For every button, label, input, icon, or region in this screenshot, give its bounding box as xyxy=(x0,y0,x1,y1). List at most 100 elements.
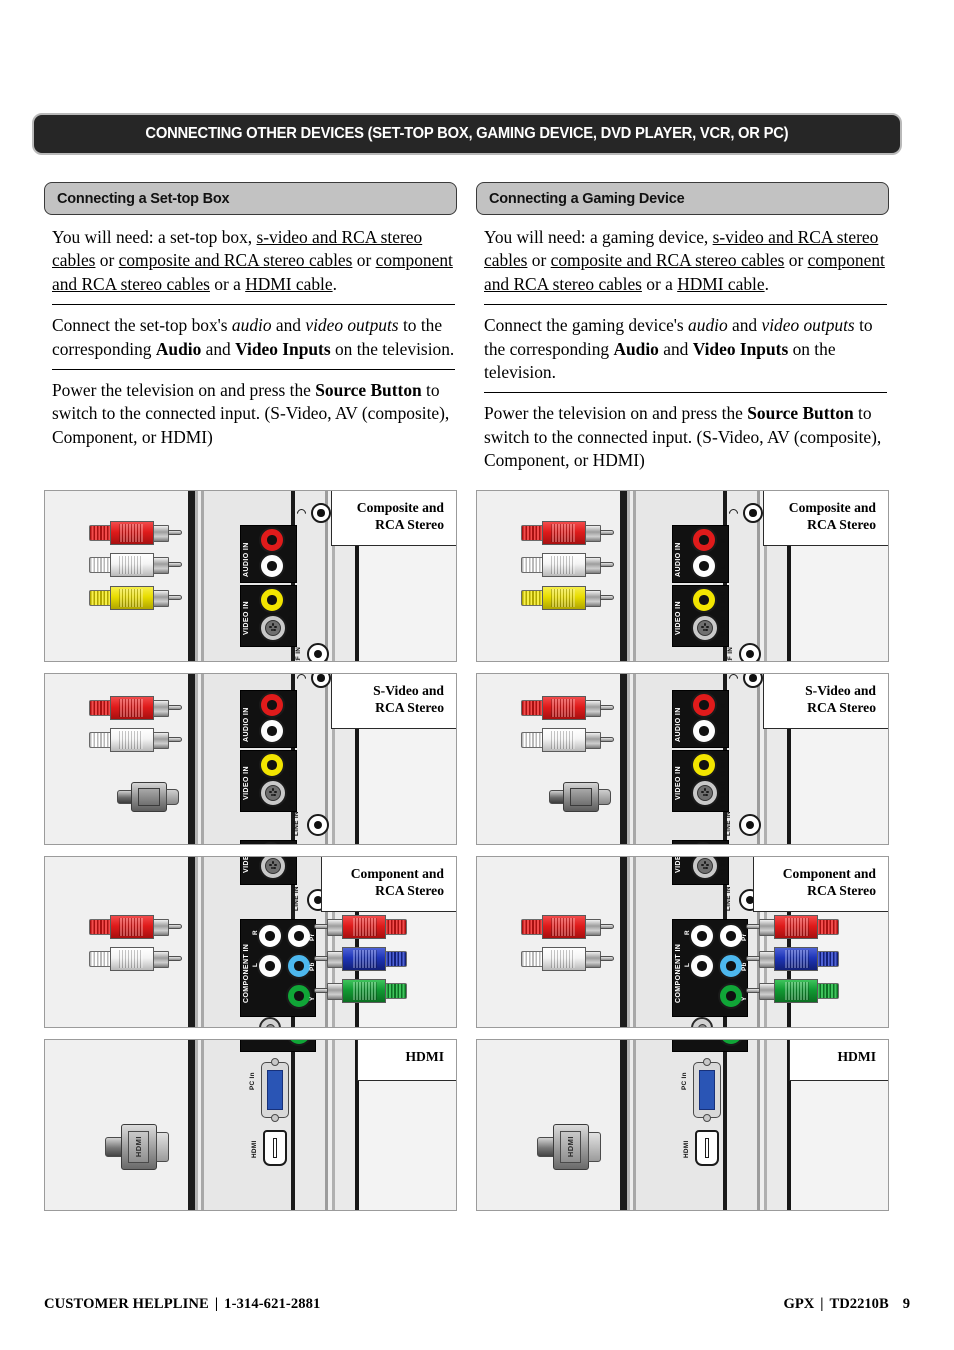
model-label: TD2210B xyxy=(829,1296,889,1312)
plug-ribs xyxy=(551,699,575,717)
plug-tip xyxy=(168,956,182,961)
audio-in-right-jack[interactable] xyxy=(259,527,285,553)
link-hdmi-cable[interactable]: HDMI cable xyxy=(677,274,764,294)
plug-barrel xyxy=(153,556,169,574)
video-in-svideo-jack[interactable] xyxy=(691,779,719,807)
svideo-plug xyxy=(117,782,179,812)
jack-hole xyxy=(699,726,709,736)
jack-hole xyxy=(745,649,755,659)
audio-in-left-jack[interactable] xyxy=(259,718,285,744)
text-emphasis: video outputs xyxy=(761,315,855,336)
rca-plug-white-audio xyxy=(521,947,615,971)
jack-hole xyxy=(267,726,277,736)
plug-strain xyxy=(521,590,543,606)
video-in-composite-jack[interactable] xyxy=(259,587,285,613)
svideo-pin-5 xyxy=(705,866,708,870)
pc-in-vga-port[interactable] xyxy=(261,1058,289,1122)
hdmiplug-label: HDMI xyxy=(560,1131,581,1163)
pin-label-svideo: S-VIDEO xyxy=(720,780,727,809)
audio-in-left-jack[interactable] xyxy=(691,718,717,744)
column-set-top-box: Connecting a Set-top Box You will need: … xyxy=(44,182,457,457)
jack-hole xyxy=(749,674,757,682)
component-in-right-jack[interactable] xyxy=(689,923,715,949)
video-in-composite-jack[interactable] xyxy=(259,752,285,778)
video-in-svideo-jack[interactable] xyxy=(259,779,287,807)
rca-plug-red-component xyxy=(745,915,839,939)
component-in-left-jack[interactable] xyxy=(689,953,715,979)
rca-plug-white xyxy=(89,553,183,577)
diagram-panel-composite: AUDIO IN R L VIDEO IN VIDEO S-VIDEO RF IN Compo… xyxy=(44,490,457,662)
svideo-pin-3 xyxy=(706,790,709,794)
plug-barrel xyxy=(585,556,601,574)
video-in-composite-jack[interactable] xyxy=(691,752,717,778)
plug-ribs xyxy=(353,950,377,968)
hdmi-port[interactable] xyxy=(695,1130,719,1166)
plug-tip xyxy=(600,595,614,600)
audio-in-right-jack[interactable] xyxy=(259,692,285,718)
video-in-svideo-jack[interactable] xyxy=(691,614,719,642)
audio-in-left-jack[interactable] xyxy=(691,553,717,579)
pc-in-vga-port[interactable] xyxy=(693,1058,721,1122)
jack-hole xyxy=(313,649,323,659)
hdmi-port-label: HDMI xyxy=(683,1140,690,1158)
hdmiplug-label: HDMI xyxy=(128,1131,149,1163)
link-composite-rca-cables[interactable]: composite and RCA stereo cables xyxy=(551,250,785,270)
rca-plug-red xyxy=(521,521,615,545)
plug-barrel xyxy=(327,982,343,1000)
section-header-bar: CONNECTING OTHER DEVICES (SET-TOP BOX, G… xyxy=(32,113,902,155)
svideo-inner xyxy=(696,784,714,802)
headphone-jack[interactable] xyxy=(743,503,763,523)
link-composite-rca-cables[interactable]: composite and RCA stereo cables xyxy=(119,250,353,270)
text-run: You will need: a gaming device, xyxy=(484,227,713,247)
rf-in-jack[interactable] xyxy=(739,643,761,661)
svideo-inner xyxy=(264,784,282,802)
subsection-header-set-top-box: Connecting a Set-top Box xyxy=(44,182,457,215)
link-hdmi-cable[interactable]: HDMI cable xyxy=(245,274,332,294)
svideo-pin-3 xyxy=(706,625,709,629)
jack-hole xyxy=(267,595,277,605)
pin-label-video: VIDEO xyxy=(288,590,295,612)
audio-in-right-jack[interactable] xyxy=(691,527,717,553)
jack-hole xyxy=(267,535,277,545)
rca-plug-red-audio xyxy=(89,915,183,939)
svideo-plug xyxy=(549,782,611,812)
component-in-label: COMPONENT IN xyxy=(243,943,250,1003)
line-in-jack[interactable] xyxy=(307,814,329,836)
component-in-right-jack[interactable] xyxy=(257,923,283,949)
plug-ribs xyxy=(551,524,575,542)
plug-tip xyxy=(168,562,182,567)
svideo-pin-3 xyxy=(274,625,277,629)
text-run: or a xyxy=(641,273,678,294)
coax-center xyxy=(265,1023,275,1027)
video-in-label: VIDEO IN xyxy=(243,601,250,635)
hdmi-port[interactable] xyxy=(263,1130,287,1166)
hdmi-plug-text: HDMI xyxy=(566,1136,575,1158)
video-in-composite-jack[interactable] xyxy=(691,587,717,613)
jack-hole xyxy=(745,820,755,830)
plug-strain xyxy=(385,983,407,999)
plug-strain xyxy=(89,919,111,935)
rca-plug-blue-component xyxy=(745,947,839,971)
pin-label-l: L xyxy=(288,564,295,569)
plug-strain xyxy=(89,557,111,573)
component-in-left-jack[interactable] xyxy=(257,953,283,979)
line-in-label: LINE IN xyxy=(725,811,732,836)
line-in-jack[interactable] xyxy=(739,814,761,836)
audio-in-right-jack[interactable] xyxy=(691,692,717,718)
tv-front-face xyxy=(477,857,620,1027)
video-in-svideo-jack[interactable] xyxy=(259,614,287,642)
plug-strain xyxy=(521,732,543,748)
plug-strain xyxy=(521,525,543,541)
headphone-jack[interactable] xyxy=(311,503,331,523)
text-run: or a xyxy=(209,273,246,294)
paragraph-cables-needed: You will need: a set-top box, s-video an… xyxy=(44,215,457,304)
rf-in-jack[interactable] xyxy=(307,643,329,661)
brand-label: GPX xyxy=(783,1296,815,1312)
audio-in-left-jack[interactable] xyxy=(259,553,285,579)
plug-tip xyxy=(600,924,614,929)
tv-bezel-band-1 xyxy=(188,491,195,661)
tv-bezel-band-1 xyxy=(188,857,195,1027)
text-run: You will need: a set-top box, xyxy=(52,227,257,247)
pin-label-svideo: S-VIDEO xyxy=(288,780,295,809)
pin-label-svideo: S-VIDEO xyxy=(720,856,727,882)
